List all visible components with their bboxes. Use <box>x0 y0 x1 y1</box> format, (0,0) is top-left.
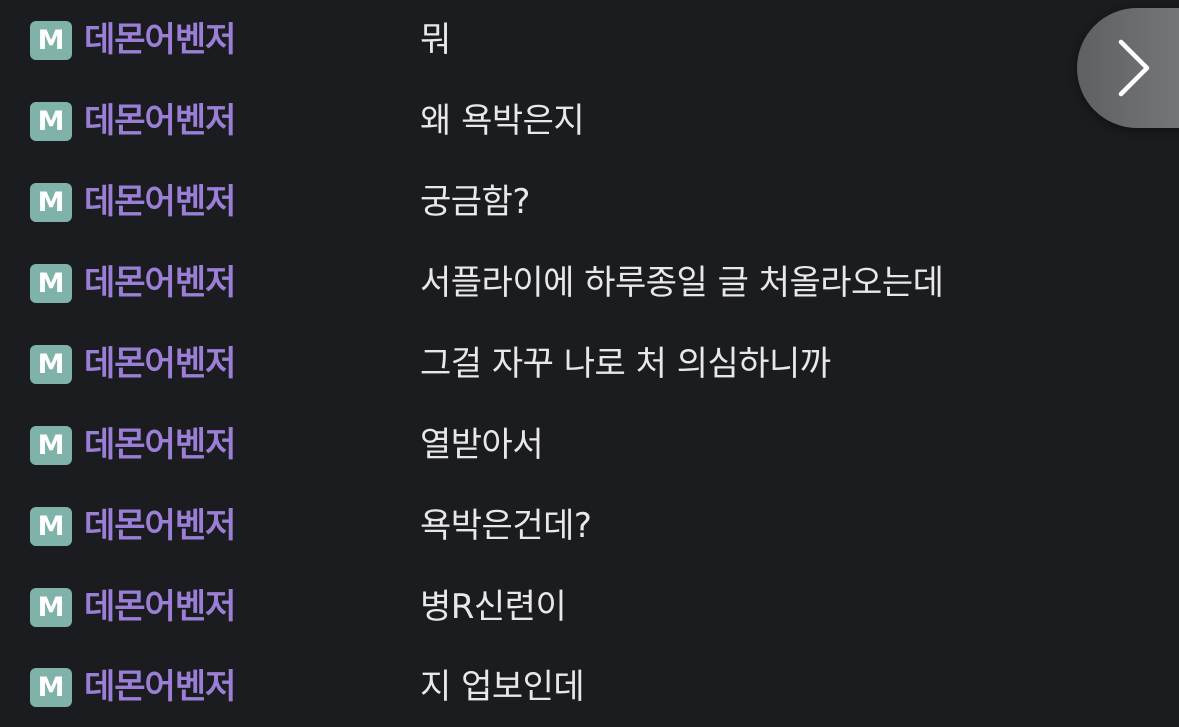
nickname[interactable]: 데몬어벤저 <box>84 419 236 471</box>
chat-message: M 데몬어벤저 병R신련이 <box>0 567 1179 647</box>
nickname[interactable]: 데몬어벤저 <box>84 338 236 390</box>
chat-message: M 데몬어벤저 욕박은건데? <box>0 486 1179 566</box>
member-badge: M <box>30 426 72 465</box>
chat-message: M 데몬어벤저 서플라이에 하루종일 글 처올라오는데 <box>0 243 1179 323</box>
member-badge: M <box>30 668 72 707</box>
chat-message: M 데몬어벤저 궁금함? <box>0 162 1179 242</box>
member-badge: M <box>30 21 72 60</box>
chat-message: M 데몬어벤저 왜 욕박은지 <box>0 81 1179 161</box>
member-badge: M <box>30 345 72 384</box>
message-text: 병R신련이 <box>420 587 567 627</box>
chat-message: M 데몬어벤저 열받아서 <box>0 405 1179 485</box>
nickname[interactable]: 데몬어벤저 <box>84 95 236 147</box>
message-text: 왜 욕박은지 <box>420 101 585 141</box>
message-text: 지 업보인데 <box>420 667 585 707</box>
message-text: 욕박은건데? <box>420 506 592 546</box>
nickname[interactable]: 데몬어벤저 <box>84 257 236 309</box>
nickname[interactable]: 데몬어벤저 <box>84 176 236 228</box>
nickname[interactable]: 데몬어벤저 <box>84 14 236 66</box>
message-text: 그걸 자꾸 나로 처 의심하니까 <box>420 344 831 384</box>
message-text: 궁금함? <box>420 182 530 222</box>
chat-message: M 데몬어벤저 지 업보인데 <box>0 647 1179 727</box>
member-badge: M <box>30 102 72 141</box>
nickname[interactable]: 데몬어벤저 <box>84 661 236 713</box>
nickname[interactable]: 데몬어벤저 <box>84 581 236 633</box>
chevron-right-icon <box>1118 39 1150 97</box>
chat-message: M 데몬어벤저 뭐 <box>0 0 1179 80</box>
member-badge: M <box>30 507 72 546</box>
message-text: 열받아서 <box>420 425 544 465</box>
member-badge: M <box>30 264 72 303</box>
member-badge: M <box>30 588 72 627</box>
member-badge: M <box>30 183 72 222</box>
message-text: 서플라이에 하루종일 글 처올라오는데 <box>420 263 944 303</box>
nickname[interactable]: 데몬어벤저 <box>84 500 236 552</box>
chat-message: M 데몬어벤저 그걸 자꾸 나로 처 의심하니까 <box>0 324 1179 404</box>
message-text: 뭐 <box>420 20 451 60</box>
chat-message-list: M 데몬어벤저 뭐 M 데몬어벤저 왜 욕박은지 M 데몬어벤저 궁금함? M … <box>0 0 1179 727</box>
